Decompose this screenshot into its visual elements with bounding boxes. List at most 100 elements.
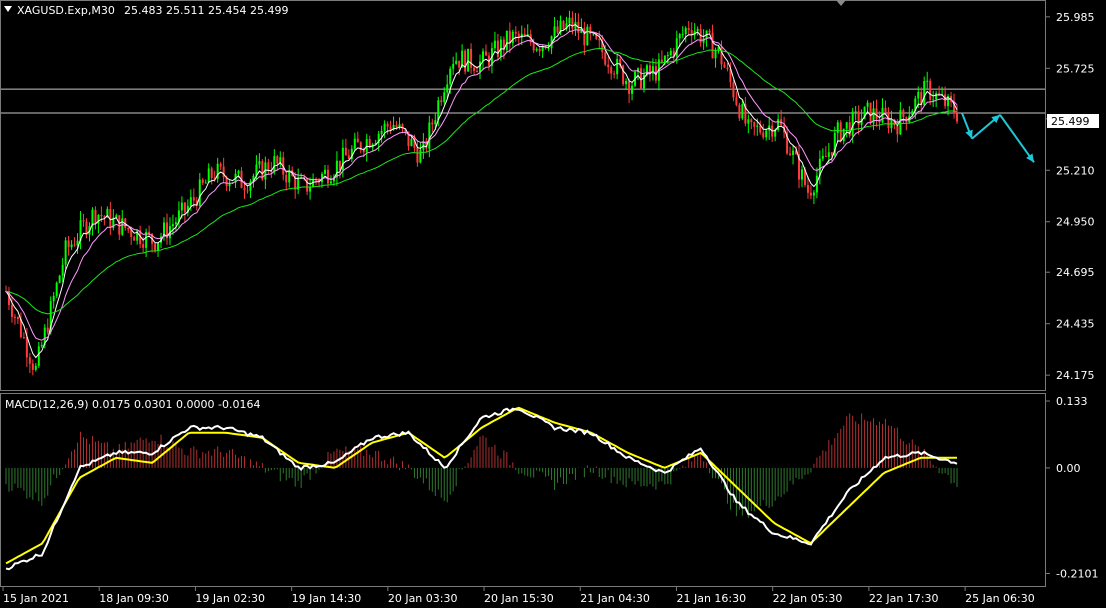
time-tick-label: 21 Jan 16:30 bbox=[676, 592, 746, 605]
candle-body bbox=[896, 124, 899, 135]
chart-canvas[interactable]: 25.98525.72525.47025.21024.95024.69524.4… bbox=[0, 0, 1106, 608]
candle-body bbox=[306, 178, 309, 192]
candle-body bbox=[660, 59, 663, 62]
candle-body bbox=[556, 26, 559, 33]
candle-body bbox=[750, 119, 753, 123]
price-tick-label: 24.695 bbox=[1056, 266, 1095, 279]
candle-body bbox=[52, 295, 55, 302]
candle-body bbox=[839, 122, 842, 142]
scroll-marker-icon[interactable] bbox=[836, 0, 846, 6]
candle-body bbox=[812, 192, 815, 196]
candle-body bbox=[440, 100, 443, 103]
candle-body bbox=[932, 99, 935, 101]
candle-body bbox=[854, 111, 857, 113]
candle-body bbox=[747, 119, 750, 124]
candle-body bbox=[696, 28, 699, 32]
candle-body bbox=[535, 48, 538, 51]
candle-body bbox=[356, 138, 359, 143]
price-tick-label: 25.210 bbox=[1056, 164, 1095, 177]
candle-body bbox=[604, 52, 607, 65]
time-tick-label: 20 Jan 03:30 bbox=[388, 592, 458, 605]
candle-body bbox=[514, 31, 517, 34]
candle-body bbox=[663, 55, 666, 62]
price-tick-label: 24.175 bbox=[1056, 369, 1095, 382]
candle-body bbox=[70, 244, 73, 248]
candle-body bbox=[708, 30, 711, 33]
candle-body bbox=[476, 70, 479, 73]
candle-body bbox=[82, 220, 85, 222]
macd-header: MACD(12,26,9) 0.0175 0.0301 0.0000 -0.01… bbox=[5, 398, 260, 411]
candle-body bbox=[61, 264, 64, 276]
candle-body bbox=[470, 48, 473, 68]
price-tick-label: 24.950 bbox=[1056, 216, 1095, 229]
candle-body bbox=[496, 40, 499, 57]
candle-body bbox=[428, 122, 431, 149]
candle-body bbox=[228, 183, 231, 187]
candle-body bbox=[711, 32, 714, 59]
candle-body bbox=[598, 38, 601, 41]
candle-body bbox=[362, 150, 365, 153]
ma-slow-line bbox=[5, 47, 958, 315]
candle-body bbox=[631, 85, 634, 94]
price-tick-label: 24.435 bbox=[1056, 318, 1095, 331]
candle-body bbox=[887, 112, 890, 129]
candle-body bbox=[851, 111, 854, 136]
candle-body bbox=[681, 34, 684, 36]
candle-body bbox=[473, 67, 476, 71]
candle-body bbox=[827, 152, 830, 158]
candle-body bbox=[467, 48, 470, 72]
price-pane-border bbox=[0, 0, 1046, 391]
candle-body bbox=[207, 168, 210, 183]
triangle-down-icon[interactable] bbox=[4, 6, 12, 12]
candle-body bbox=[353, 138, 356, 149]
candle-body bbox=[756, 125, 759, 127]
candle-body bbox=[285, 174, 288, 183]
time-tick-label: 19 Jan 02:30 bbox=[195, 592, 265, 605]
candle-body bbox=[154, 243, 157, 251]
candle-body bbox=[553, 26, 556, 37]
forecast-arrows bbox=[961, 112, 1035, 163]
candle-body bbox=[443, 92, 446, 103]
candle-body bbox=[329, 181, 332, 184]
forecast-arrow-line bbox=[999, 114, 1035, 163]
candle-body bbox=[732, 82, 735, 98]
candle-body bbox=[830, 152, 833, 156]
candle-body bbox=[568, 17, 571, 24]
candle-body bbox=[884, 107, 887, 113]
time-tick-label: 20 Jan 15:30 bbox=[484, 592, 554, 605]
price-axis: 25.98525.72525.47025.21024.95024.69524.4… bbox=[1045, 11, 1095, 382]
candle-body bbox=[34, 365, 37, 370]
candle-body bbox=[505, 30, 508, 50]
candle-body bbox=[100, 214, 103, 217]
candle-body bbox=[607, 64, 610, 68]
candle-body bbox=[484, 51, 487, 56]
candle-body bbox=[189, 197, 192, 206]
candle-body bbox=[183, 202, 186, 213]
current-price-badge: 25.499 bbox=[1047, 114, 1099, 128]
candle-body bbox=[762, 132, 765, 138]
candle-body bbox=[455, 60, 458, 64]
candle-body bbox=[765, 130, 768, 138]
candle-body bbox=[410, 139, 413, 147]
candle-body bbox=[204, 182, 207, 184]
candle-body bbox=[347, 155, 350, 160]
candle-body bbox=[243, 187, 246, 191]
candle-body bbox=[395, 125, 398, 128]
candle-body bbox=[431, 122, 434, 125]
candle-body bbox=[210, 168, 213, 178]
ma-mid-line bbox=[5, 29, 958, 341]
candle-body bbox=[419, 149, 422, 163]
candle-body bbox=[902, 109, 905, 118]
time-tick-label: 25 Jan 06:30 bbox=[965, 592, 1035, 605]
candle-body bbox=[37, 346, 40, 366]
candle-body bbox=[174, 222, 177, 225]
candle-body bbox=[917, 91, 920, 99]
candle-body bbox=[276, 156, 279, 164]
candle-body bbox=[792, 150, 795, 155]
candle-body bbox=[753, 122, 756, 127]
candle-body bbox=[10, 305, 13, 317]
candle-body bbox=[309, 187, 312, 192]
candle-body bbox=[464, 50, 467, 72]
candle-body bbox=[380, 130, 383, 134]
candle-body bbox=[586, 26, 589, 46]
